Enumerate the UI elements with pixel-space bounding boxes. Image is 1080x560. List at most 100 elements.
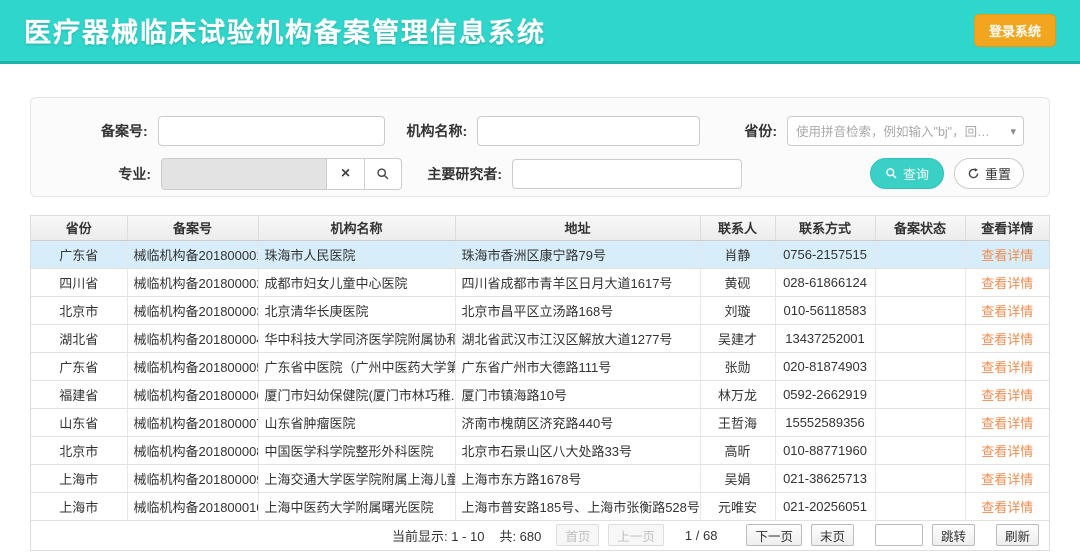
table-row[interactable]: 山东省械临机构备201800007山东省肿瘤医院济南市槐荫区济兖路440号王哲海… xyxy=(31,408,1049,436)
search-icon xyxy=(376,167,390,181)
cell-status xyxy=(875,380,965,408)
cell-filing_no: 械临机构备201800010 xyxy=(127,492,258,520)
cell-phone: 021-20256051 xyxy=(775,492,875,520)
specialty-input-group: × xyxy=(161,158,402,190)
cell-status xyxy=(875,408,965,436)
view-details-link[interactable]: 查看详情 xyxy=(981,360,1033,375)
view-details-link[interactable]: 查看详情 xyxy=(981,472,1033,487)
cell-address: 四川省成都市青羊区日月大道1617号 xyxy=(455,268,700,296)
cell-org: 华中科技大学同济医学院附属协和医院 xyxy=(258,324,455,352)
jump-button[interactable]: 跳转 xyxy=(932,524,975,546)
cell-contact: 吴娟 xyxy=(700,464,775,492)
view-details-link[interactable]: 查看详情 xyxy=(981,276,1033,291)
view-details-link[interactable]: 查看详情 xyxy=(981,304,1033,319)
cell-address: 上海市普安路185号、上海市张衡路528号 xyxy=(455,492,700,520)
cell-province: 上海市 xyxy=(31,464,127,492)
view-details-link[interactable]: 查看详情 xyxy=(981,416,1033,431)
cell-contact: 肖静 xyxy=(700,240,775,268)
page-indicator: 1 / 68 xyxy=(685,528,718,543)
table-row[interactable]: 北京市械临机构备201800003北京清华长庚医院北京市昌平区立汤路168号刘璇… xyxy=(31,296,1049,324)
cell-org: 成都市妇女儿童中心医院 xyxy=(258,268,455,296)
cell-address: 上海市东方路1678号 xyxy=(455,464,700,492)
specialty-input xyxy=(161,158,326,190)
table-row[interactable]: 湖北省械临机构备201800004华中科技大学同济医学院附属协和医院湖北省武汉市… xyxy=(31,324,1049,352)
view-details-link[interactable]: 查看详情 xyxy=(981,444,1033,459)
page-title: 医疗器械临床试验机构备案管理信息系统 xyxy=(24,11,546,50)
view-details-link[interactable]: 查看详情 xyxy=(981,332,1033,347)
search-panel: 备案号: 机构名称: 省份: 使用拼音检索，例如输入"bj"，回车即选... ▾… xyxy=(30,97,1050,197)
table-row[interactable]: 广东省械临机构备201800001珠海市人民医院珠海市香洲区康宁路79号肖静07… xyxy=(31,240,1049,268)
cell-org: 厦门市妇幼保健院(厦门市林巧稚... xyxy=(258,380,455,408)
cell-address: 北京市石景山区八大处路33号 xyxy=(455,436,700,464)
view-details-link[interactable]: 查看详情 xyxy=(981,248,1033,263)
province-select[interactable]: 使用拼音检索，例如输入"bj"，回车即选... ▾ xyxy=(787,116,1024,146)
login-button[interactable]: 登录系统 xyxy=(974,14,1056,47)
filing-no-label: 备案号: xyxy=(56,121,158,141)
cell-org: 中国医学科学院整形外科医院 xyxy=(258,436,455,464)
reset-button[interactable]: 重置 xyxy=(954,158,1024,189)
cell-status xyxy=(875,492,965,520)
cell-status xyxy=(875,436,965,464)
next-page-button[interactable]: 下一页 xyxy=(746,524,802,546)
app-header: 医疗器械临床试验机构备案管理信息系统 登录系统 xyxy=(0,0,1080,64)
specialty-label: 专业: xyxy=(56,164,161,184)
table-header-row: 省份备案号机构名称地址联系人联系方式备案状态查看详情 xyxy=(31,216,1049,240)
close-icon: × xyxy=(341,166,350,182)
cell-status xyxy=(875,268,965,296)
province-placeholder: 使用拼音检索，例如输入"bj"，回车即选... xyxy=(796,121,1001,140)
caret-down-icon: ▾ xyxy=(1010,125,1016,138)
refresh-button[interactable]: 刷新 xyxy=(996,524,1039,546)
column-header-1: 备案号 xyxy=(127,216,258,240)
table-row[interactable]: 四川省械临机构备201800002成都市妇女儿童中心医院四川省成都市青羊区日月大… xyxy=(31,268,1049,296)
cell-address: 湖北省武汉市江汉区解放大道1277号 xyxy=(455,324,700,352)
results-table: 省份备案号机构名称地址联系人联系方式备案状态查看详情 广东省械临机构备20180… xyxy=(30,215,1050,551)
table-row[interactable]: 北京市械临机构备201800008中国医学科学院整形外科医院北京市石景山区八大处… xyxy=(31,436,1049,464)
specialty-search-button[interactable] xyxy=(364,158,402,190)
jump-page-input[interactable] xyxy=(875,524,923,546)
cell-org: 广东省中医院（广州中医药大学第... xyxy=(258,352,455,380)
cell-status xyxy=(875,240,965,268)
cell-province: 湖北省 xyxy=(31,324,127,352)
cell-contact: 高昕 xyxy=(700,436,775,464)
column-header-4: 联系人 xyxy=(700,216,775,240)
table-body: 广东省械临机构备201800001珠海市人民医院珠海市香洲区康宁路79号肖静07… xyxy=(31,240,1049,520)
column-header-6: 备案状态 xyxy=(875,216,965,240)
specialty-clear-button[interactable]: × xyxy=(326,158,364,190)
cell-filing_no: 械临机构备201800002 xyxy=(127,268,258,296)
cell-org: 山东省肿瘤医院 xyxy=(258,408,455,436)
cell-province: 四川省 xyxy=(31,268,127,296)
cell-province: 广东省 xyxy=(31,240,127,268)
prev-page-button[interactable]: 上一页 xyxy=(608,524,664,546)
cell-filing_no: 械临机构备201800008 xyxy=(127,436,258,464)
cell-filing_no: 械临机构备201800006 xyxy=(127,380,258,408)
filing-no-input[interactable] xyxy=(158,116,385,146)
first-page-button[interactable]: 首页 xyxy=(556,524,599,546)
view-details-link[interactable]: 查看详情 xyxy=(981,388,1033,403)
cell-province: 北京市 xyxy=(31,296,127,324)
cell-address: 济南市槐荫区济兖路440号 xyxy=(455,408,700,436)
table-row[interactable]: 广东省械临机构备201800005广东省中医院（广州中医药大学第...广东省广州… xyxy=(31,352,1049,380)
cell-phone: 15552589356 xyxy=(775,408,875,436)
pi-input[interactable] xyxy=(512,159,742,189)
cell-province: 北京市 xyxy=(31,436,127,464)
column-header-3: 地址 xyxy=(455,216,700,240)
cell-filing_no: 械临机构备201800007 xyxy=(127,408,258,436)
cell-contact: 元唯安 xyxy=(700,492,775,520)
table-row[interactable]: 福建省械临机构备201800006厦门市妇幼保健院(厦门市林巧稚...厦门市镇海… xyxy=(31,380,1049,408)
cell-filing_no: 械临机构备201800005 xyxy=(127,352,258,380)
cell-org: 珠海市人民医院 xyxy=(258,240,455,268)
cell-filing_no: 械临机构备201800009 xyxy=(127,464,258,492)
table-row[interactable]: 上海市械临机构备201800009上海交通大学医学院附属上海儿童...上海市东方… xyxy=(31,464,1049,492)
last-page-button[interactable]: 末页 xyxy=(811,524,854,546)
table-row[interactable]: 上海市械临机构备201800010上海中医药大学附属曙光医院上海市普安路185号… xyxy=(31,492,1049,520)
view-details-link[interactable]: 查看详情 xyxy=(981,500,1033,515)
cell-province: 福建省 xyxy=(31,380,127,408)
cell-filing_no: 械临机构备201800001 xyxy=(127,240,258,268)
org-name-input[interactable] xyxy=(477,116,700,146)
province-label: 省份: xyxy=(700,121,787,141)
query-button[interactable]: 查询 xyxy=(870,158,944,189)
column-header-5: 联系方式 xyxy=(775,216,875,240)
cell-province: 上海市 xyxy=(31,492,127,520)
cell-province: 山东省 xyxy=(31,408,127,436)
cell-phone: 0756-2157515 xyxy=(775,240,875,268)
